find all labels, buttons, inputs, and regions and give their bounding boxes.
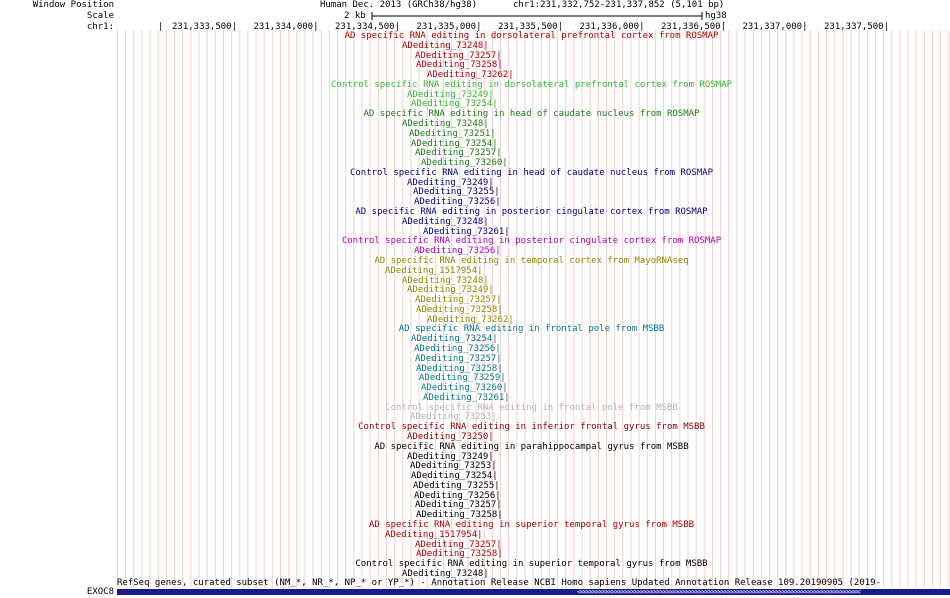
strand-direction-arrows: <<<<<<<<<<<<<<<<<<<<<<<<<<<<<<<<<<<<<<<<… xyxy=(577,589,861,595)
editing-site-item[interactable]: ADediting_73255| xyxy=(413,481,500,491)
data-track-area[interactable]: Human Dec. 2013 (GRCh38/hg38) chr1:231,3… xyxy=(117,0,950,598)
editing-site-item[interactable]: ADediting_73253| xyxy=(410,412,497,422)
scale-label: Scale xyxy=(86,11,114,21)
track-title[interactable]: AD specific RNA editing in dorsolateral … xyxy=(115,31,948,41)
editing-site-item[interactable]: ADediting_73258| xyxy=(416,364,503,374)
track-title[interactable]: AD specific RNA editing in frontal pole … xyxy=(115,324,948,334)
editing-site-item[interactable]: ADediting_73258| xyxy=(416,549,503,559)
scale-bar xyxy=(371,12,703,20)
window-position-label: Window Position xyxy=(32,0,114,10)
gene-label-exoc8[interactable]: EXOC8 xyxy=(87,587,114,597)
editing-site-item[interactable]: ADediting_73258| xyxy=(416,510,503,520)
editing-site-item[interactable]: ADediting_73262| xyxy=(427,315,514,325)
editing-site-item[interactable]: ADediting_1517954| xyxy=(385,530,483,540)
genome-browser-view: Window Position Scale chr1: EXOC8 Human … xyxy=(0,0,950,598)
refseq-track-title: RefSeq genes, curated subset (NM_*, NR_*… xyxy=(117,578,882,588)
editing-site-item[interactable]: ADediting_73256| xyxy=(414,197,501,207)
editing-site-item[interactable]: ADediting_73257| xyxy=(415,540,502,550)
editing-site-item[interactable]: ADediting_73256| xyxy=(414,344,501,354)
editing-site-item[interactable]: ADediting_73256| xyxy=(414,246,501,256)
editing-site-item[interactable]: ADediting_73256| xyxy=(414,491,501,501)
scale-bar-label: 2 kb xyxy=(344,11,366,21)
editing-site-item[interactable]: ADediting_73259| xyxy=(419,373,506,383)
editing-site-item[interactable]: ADediting_73257| xyxy=(415,148,502,158)
editing-site-item[interactable]: ADediting_73249| xyxy=(407,285,494,295)
position-readout: chr1:231,332,752-231,337,852 (5,101 bp) xyxy=(513,0,725,10)
editing-site-item[interactable]: ADediting_73249| xyxy=(407,178,494,188)
assembly-title: Human Dec. 2013 (GRCh38/hg38) xyxy=(320,0,478,10)
editing-site-item[interactable]: ADediting_73254| xyxy=(411,334,498,344)
editing-site-item[interactable]: ADediting_73254| xyxy=(411,99,498,109)
editing-site-item[interactable]: ADediting_73257| xyxy=(415,354,502,364)
editing-site-item[interactable]: ADediting_73257| xyxy=(415,51,502,61)
editing-site-item[interactable]: ADediting_73251| xyxy=(409,129,496,139)
editing-site-item[interactable]: ADediting_1517954| xyxy=(385,266,483,276)
editing-site-item[interactable]: ADediting_73254| xyxy=(411,471,498,481)
track-title[interactable]: AD specific RNA editing in temporal cort… xyxy=(115,256,948,266)
track-title[interactable]: AD specific RNA editing in parahippocamp… xyxy=(115,442,948,452)
track-title[interactable]: Control specific RNA editing in head of … xyxy=(115,168,948,178)
editing-site-item[interactable]: ADediting_73257| xyxy=(415,500,502,510)
editing-site-item[interactable]: ADediting_73248| xyxy=(402,217,489,227)
editing-site-item[interactable]: ADediting_73260| xyxy=(421,158,508,168)
scale-assembly-label: hg38 xyxy=(705,11,727,21)
editing-site-item[interactable]: ADediting_73257| xyxy=(415,295,502,305)
track-title[interactable]: Control specific RNA editing in posterio… xyxy=(115,236,948,246)
track-title[interactable]: Control specific RNA editing in frontal … xyxy=(115,403,948,413)
track-title[interactable]: Control specific RNA editing in dorsolat… xyxy=(115,80,948,90)
editing-site-item[interactable]: ADediting_73261| xyxy=(423,393,510,403)
track-title[interactable]: Control specific RNA editing in inferior… xyxy=(115,422,948,432)
editing-site-item[interactable]: ADediting_73250| xyxy=(407,432,494,442)
editing-site-item[interactable]: ADediting_73253| xyxy=(410,461,497,471)
editing-site-item[interactable]: ADediting_73249| xyxy=(407,90,494,100)
editing-site-item[interactable]: ADediting_73262| xyxy=(427,70,514,80)
track-title[interactable]: Control specific RNA editing in superior… xyxy=(115,559,948,569)
editing-site-item[interactable]: ADediting_73258| xyxy=(416,60,503,70)
track-title[interactable]: AD specific RNA editing in posterior cin… xyxy=(115,207,948,217)
track-title[interactable]: AD specific RNA editing in head of cauda… xyxy=(115,109,948,119)
track-title[interactable]: AD specific RNA editing in superior temp… xyxy=(115,520,948,530)
editing-site-item[interactable]: ADediting_73249| xyxy=(407,452,494,462)
editing-site-item[interactable]: ADediting_73258| xyxy=(416,305,503,315)
editing-site-item[interactable]: ADediting_73248| xyxy=(402,119,489,129)
editing-site-item[interactable]: ADediting_73260| xyxy=(421,383,508,393)
chromosome-label: chr1: xyxy=(86,22,114,32)
editing-site-item[interactable]: ADediting_73254| xyxy=(411,139,498,149)
editing-site-item[interactable]: ADediting_73255| xyxy=(413,187,500,197)
track-label-column: Window Position Scale chr1: EXOC8 xyxy=(0,0,116,598)
editing-site-item[interactable]: ADediting_73261| xyxy=(423,227,510,237)
editing-site-item[interactable]: ADediting_73248| xyxy=(402,41,489,51)
editing-site-item[interactable]: ADediting_73248| xyxy=(402,276,489,286)
